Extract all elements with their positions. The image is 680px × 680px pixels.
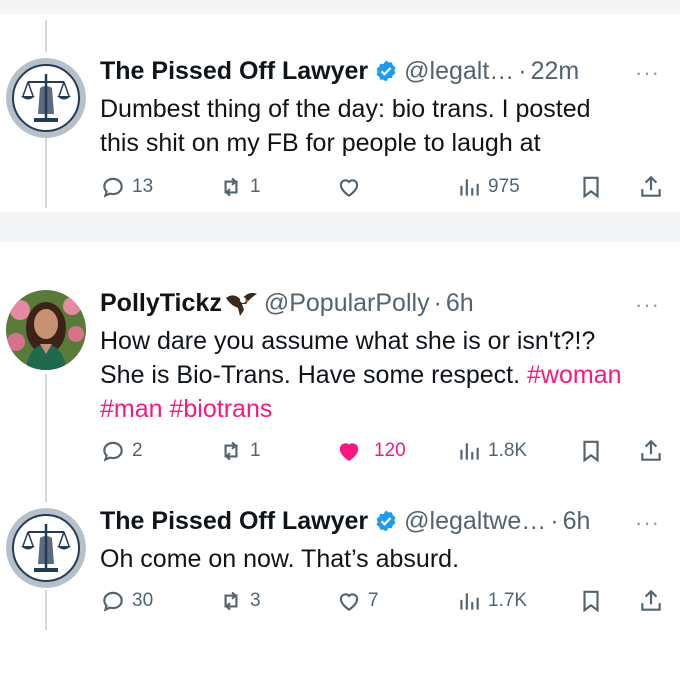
tweet-text-plain: She is Bio-Trans. Have some respect. — [100, 361, 528, 389]
view-count: 975 — [488, 176, 520, 197]
like-count: 7 — [368, 590, 379, 611]
reply-icon — [103, 441, 123, 462]
action-bar: 13 1 975 — [100, 172, 670, 202]
verified-badge-icon — [374, 509, 398, 533]
separator: · — [550, 506, 559, 535]
repost-icon — [224, 591, 238, 611]
scales-of-justice-logo-icon — [6, 58, 86, 138]
timestamp[interactable]: 22m — [531, 57, 580, 86]
avatar[interactable] — [6, 290, 86, 370]
views-chart-icon — [460, 443, 479, 460]
heart-filled-icon — [339, 443, 359, 461]
heart-icon — [339, 179, 359, 197]
reply-button[interactable]: 2 — [100, 436, 143, 466]
reply-button[interactable]: 13 — [100, 172, 153, 202]
tweet-text-line-3: #man #biotrans — [100, 392, 662, 426]
tweet-text-line-1: Dumbest thing of the day: bio trans. I p… — [100, 95, 591, 123]
repost-button[interactable]: 1 — [218, 172, 261, 202]
views-button[interactable]: 975 — [456, 172, 520, 202]
display-name[interactable]: The Pissed Off Lawyer — [100, 57, 368, 86]
bookmark-icon — [583, 590, 599, 613]
tweet-text: Oh come on now. That’s absurd. — [100, 542, 662, 576]
repost-button[interactable]: 1 — [218, 436, 261, 466]
handle[interactable]: @legaltwe… — [404, 507, 546, 536]
share-button[interactable] — [638, 436, 664, 466]
repost-count: 1 — [250, 440, 261, 461]
repost-count: 3 — [250, 590, 261, 611]
reply-count: 2 — [132, 440, 143, 461]
verified-badge-icon — [374, 59, 398, 83]
tweet-text: How dare you assume what she is or isn't… — [100, 324, 662, 426]
share-icon — [641, 175, 661, 197]
tweet-header: PollyTickz @PopularPolly · 6h ··· — [100, 286, 660, 320]
views-button[interactable]: 1.8K — [456, 436, 527, 466]
view-count: 1.7K — [488, 590, 528, 611]
share-icon — [641, 589, 661, 611]
timestamp[interactable]: 6h — [563, 507, 591, 536]
bookmark-button[interactable] — [578, 172, 604, 202]
repost-button[interactable]: 3 — [218, 586, 261, 616]
like-count: 120 — [374, 440, 406, 461]
reply-icon — [103, 591, 123, 612]
hashtag-woman[interactable]: #woman — [527, 361, 622, 389]
handle[interactable]: @legalt… — [404, 57, 514, 86]
more-options-icon[interactable]: ··· — [635, 510, 660, 536]
hashtag-man[interactable]: #man — [100, 395, 163, 423]
tweet-text-line-1: Oh come on now. That’s absurd. — [100, 545, 460, 573]
like-button[interactable]: 120 — [336, 436, 406, 466]
reply-count: 30 — [132, 590, 154, 611]
view-count: 1.8K — [488, 440, 528, 461]
bookmark-button[interactable] — [578, 436, 604, 466]
repost-count: 1 — [250, 176, 261, 197]
reply-count: 13 — [132, 176, 154, 197]
profile-photo-icon — [6, 290, 86, 370]
action-bar: 2 1 120 1.8K — [100, 436, 670, 466]
timestamp[interactable]: 6h — [446, 289, 474, 318]
tweet-2[interactable]: PollyTickz @PopularPolly · 6h ··· How da… — [0, 286, 680, 476]
bookmark-icon — [583, 440, 599, 463]
scales-of-justice-logo-icon — [6, 508, 86, 588]
share-button[interactable] — [638, 586, 664, 616]
share-icon — [641, 439, 661, 461]
bookmark-button[interactable] — [578, 586, 604, 616]
tweet-header: The Pissed Off Lawyer @legaltwe… · 6h ··… — [100, 504, 660, 538]
repost-icon — [224, 177, 238, 197]
avatar[interactable] — [6, 58, 86, 138]
views-chart-icon — [460, 179, 479, 196]
tweet-text-line-2: this shit on my FB for people to laugh a… — [100, 129, 541, 157]
views-button[interactable]: 1.7K — [456, 586, 527, 616]
more-options-icon[interactable]: ··· — [635, 292, 660, 318]
reply-icon — [103, 177, 123, 198]
share-button[interactable] — [638, 172, 664, 202]
action-bar: 30 3 7 1.7K — [100, 586, 670, 616]
hashtag-biotrans[interactable]: #biotrans — [170, 395, 273, 423]
top-blur-band — [0, 0, 680, 14]
like-button[interactable] — [336, 172, 368, 202]
thread-line-top — [45, 20, 47, 52]
tweet-header: The Pissed Off Lawyer @legalt… · 22m ··· — [100, 54, 660, 88]
tweet-1[interactable]: The Pissed Off Lawyer @legalt… · 22m ···… — [0, 54, 680, 214]
repost-icon — [224, 441, 238, 461]
bookmark-icon — [583, 176, 599, 199]
handle[interactable]: @PopularPolly — [264, 289, 430, 318]
display-name[interactable]: The Pissed Off Lawyer — [100, 507, 368, 536]
tweet-text-line-1: How dare you assume what she is or isn't… — [100, 327, 596, 355]
views-chart-icon — [460, 593, 479, 610]
display-name[interactable]: PollyTickz — [100, 289, 222, 318]
separator: · — [433, 288, 442, 317]
separator: · — [518, 56, 527, 85]
avatar[interactable] — [6, 508, 86, 588]
heart-icon — [339, 593, 359, 611]
tweet-text-line-2: She is Bio-Trans. Have some respect. #wo… — [100, 358, 662, 392]
tweet-text: Dumbest thing of the day: bio trans. I p… — [100, 92, 662, 160]
middle-blur-band — [0, 212, 680, 242]
eagle-emoji-icon — [224, 288, 258, 318]
like-button[interactable]: 7 — [336, 586, 379, 616]
more-options-icon[interactable]: ··· — [635, 60, 660, 86]
reply-button[interactable]: 30 — [100, 586, 153, 616]
tweet-3[interactable]: The Pissed Off Lawyer @legaltwe… · 6h ··… — [0, 504, 680, 624]
